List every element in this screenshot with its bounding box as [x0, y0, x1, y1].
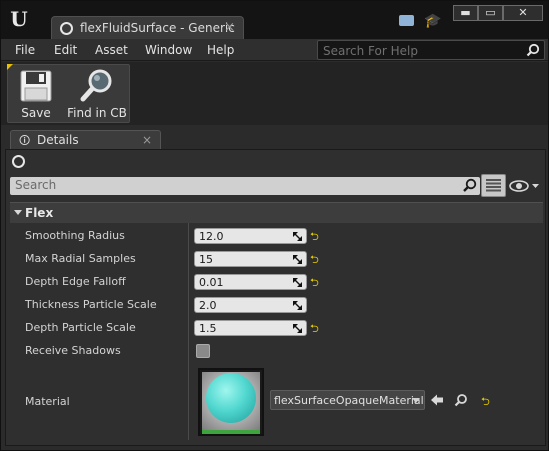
max-radial-samples-label: Max Radial Samples: [25, 252, 136, 265]
material-preview: [202, 372, 260, 430]
drag-handle-icon: [293, 278, 302, 287]
thickness-particle-scale-field[interactable]: 2.0: [194, 297, 307, 313]
save-label: Save: [21, 106, 51, 120]
close-window-button[interactable]: ✕: [503, 5, 543, 21]
menu-help[interactable]: Help: [207, 43, 234, 57]
details-tab[interactable]: 🛈 Details ×: [10, 130, 161, 150]
depth-particle-scale-value: 1.5: [199, 322, 217, 335]
maximize-button[interactable]: ▭: [478, 5, 503, 21]
view-options-button[interactable]: [481, 174, 506, 197]
reset-to-default-icon[interactable]: ⮌: [310, 277, 319, 288]
max-radial-samples-field[interactable]: 15: [194, 251, 307, 267]
column-splitter[interactable]: [188, 223, 189, 440]
asset-tab-title: flexFluidSurface - Generic: [80, 21, 235, 35]
dropdown-arrow-icon: [412, 398, 420, 403]
lock-icon[interactable]: [12, 155, 25, 168]
info-icon: 🛈: [19, 134, 31, 147]
visibility-filter-button[interactable]: [509, 178, 543, 194]
menu-asset[interactable]: Asset: [95, 43, 128, 57]
smoothing-radius-field[interactable]: 12.0: [194, 228, 307, 244]
material-picker-combo[interactable]: flexSurfaceOpaqueMaterial: [270, 390, 425, 410]
drag-handle-icon: [293, 301, 302, 310]
find-in-content-browser-button[interactable]: Find in CB: [64, 65, 130, 122]
category-title: Flex: [25, 206, 54, 220]
save-icon: [20, 70, 52, 102]
depth-edge-falloff-value: 0.01: [199, 276, 224, 289]
receive-shadows-checkbox[interactable]: [196, 344, 210, 358]
reset-to-default-icon[interactable]: ⮌: [481, 396, 490, 407]
reset-to-default-icon[interactable]: ⮌: [310, 323, 319, 334]
eye-icon: [509, 180, 539, 192]
details-search-placeholder: Search: [15, 178, 57, 192]
thickness-particle-scale-value: 2.0: [199, 299, 217, 312]
details-panel: Search Flex Smoothing Radius 12.0 ⮌ Max …: [5, 149, 546, 446]
grid-list-icon: [486, 179, 501, 192]
find-in-cb-label: Find in CB: [67, 106, 127, 120]
close-tab-icon[interactable]: ×: [224, 20, 235, 35]
magnifier-icon: [80, 69, 112, 102]
use-selected-arrow-icon[interactable]: [430, 393, 444, 407]
drag-handle-icon: [293, 255, 302, 264]
smoothing-radius-label: Smoothing Radius: [25, 229, 125, 242]
minimize-button[interactable]: ▬: [453, 5, 478, 21]
flex-category-header[interactable]: Flex: [10, 202, 543, 223]
graduation-cap-icon[interactable]: 🎓: [424, 14, 441, 28]
reset-to-default-icon[interactable]: ⮌: [310, 231, 319, 242]
thickness-particle-scale-label: Thickness Particle Scale: [25, 298, 157, 311]
material-type-strip: [202, 430, 260, 434]
menu-file[interactable]: File: [15, 43, 35, 57]
menu-edit[interactable]: Edit: [54, 43, 77, 57]
toolbar-group: Save Find in CB: [7, 64, 130, 123]
depth-particle-scale-field[interactable]: 1.5: [194, 320, 307, 336]
receive-shadows-label: Receive Shadows: [25, 344, 121, 357]
preview-sphere: [206, 373, 256, 423]
help-search-input[interactable]: Search For Help: [317, 40, 545, 60]
depth-edge-falloff-label: Depth Edge Falloff: [25, 275, 126, 288]
save-button[interactable]: Save: [10, 65, 62, 122]
smoothing-radius-value: 12.0: [199, 230, 224, 243]
depth-particle-scale-label: Depth Particle Scale: [25, 321, 136, 334]
title-bar: U flexFluidSurface - Generic × 🎓 ▬ ▭ ✕: [1, 1, 548, 40]
asset-toolbar: Save Find in CB: [1, 62, 548, 125]
menu-window[interactable]: Window: [145, 43, 192, 57]
details-search-input[interactable]: Search: [10, 177, 480, 195]
help-search-placeholder: Search For Help: [323, 44, 418, 58]
details-tab-label: Details: [37, 133, 79, 147]
corner-marker: [7, 64, 13, 70]
material-instance-icon: [60, 22, 73, 35]
close-details-tab-icon[interactable]: ×: [142, 133, 152, 147]
chat-icon[interactable]: [399, 15, 414, 26]
material-thumbnail[interactable]: [198, 368, 264, 436]
asset-document-tab[interactable]: flexFluidSurface - Generic ×: [51, 16, 244, 40]
drag-handle-icon: [293, 324, 302, 333]
menu-bar: File Edit Asset Window Help Search For H…: [1, 39, 548, 61]
reset-to-default-icon[interactable]: ⮌: [310, 254, 319, 265]
depth-edge-falloff-field[interactable]: 0.01: [194, 274, 307, 290]
max-radial-samples-value: 15: [199, 253, 213, 266]
collapse-arrow-icon: [14, 210, 22, 215]
browse-search-icon[interactable]: [454, 393, 468, 407]
editor-window: U flexFluidSurface - Generic × 🎓 ▬ ▭ ✕ F…: [0, 0, 549, 451]
unreal-logo-icon: U: [10, 7, 28, 31]
material-name: flexSurfaceOpaqueMaterial: [274, 394, 424, 407]
search-icon: [526, 43, 540, 57]
search-icon: [463, 178, 477, 192]
material-label: Material: [25, 395, 70, 408]
drag-handle-icon: [293, 232, 302, 241]
